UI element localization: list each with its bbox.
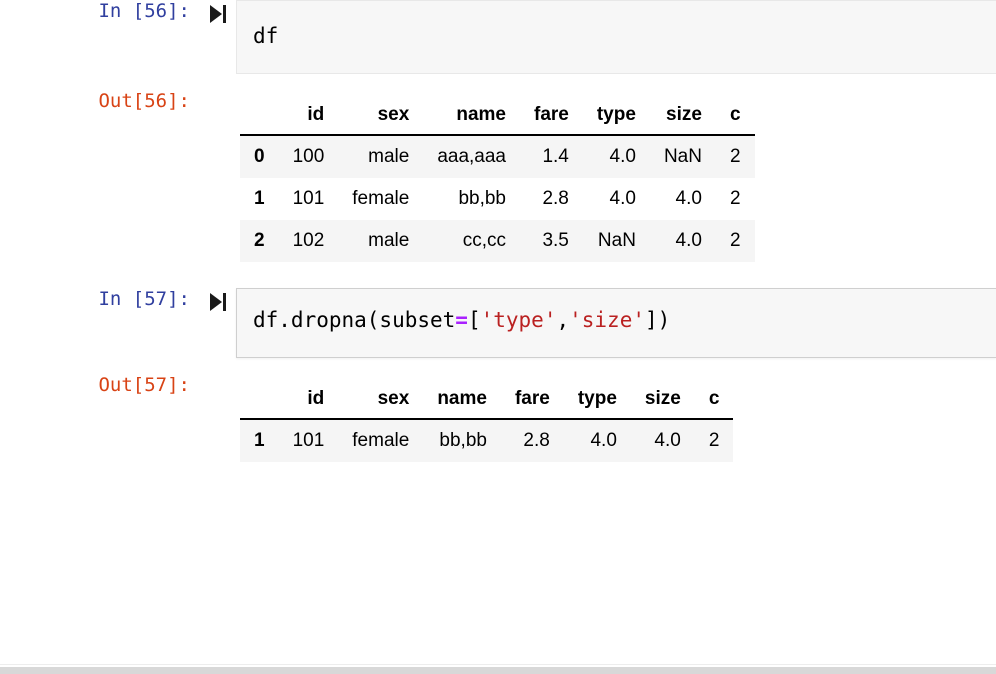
table-header-57: id sex name fare type size c xyxy=(240,378,734,421)
table-header-56: id sex name fare type size c xyxy=(240,94,755,137)
column-header-fare: fare xyxy=(520,94,583,137)
cell-name: bb,bb xyxy=(458,188,506,210)
output-prompt-57: Out[57]: xyxy=(98,374,190,397)
cell-type: 4.0 xyxy=(609,188,636,210)
column-header-name: name xyxy=(423,94,520,137)
column-header-name: name xyxy=(423,378,501,421)
column-header-sex: sex xyxy=(338,94,424,137)
column-header-type: type xyxy=(563,378,631,421)
row-index: 1 xyxy=(254,430,265,452)
output-icon-spacer xyxy=(200,90,236,93)
dataframe-output-57: id sex name fare type size c 1 101 femal… xyxy=(236,374,996,463)
table-row: 0 100 male aaa,aaa 1.4 4.0 NaN 2 xyxy=(240,135,755,179)
table-row: 1 101 female bb,bb 2.8 4.0 4.0 2 xyxy=(240,419,734,463)
column-header-id: id xyxy=(278,94,339,137)
column-header-type: type xyxy=(582,94,650,137)
cell-c: 2 xyxy=(729,146,741,168)
cell-c: 2 xyxy=(729,230,741,252)
output-cell-57: Out[57]: id sex name fare type size c 1 xyxy=(0,374,996,463)
cell-size: NaN xyxy=(663,146,702,168)
bottom-divider xyxy=(0,664,996,665)
cell-id: 101 xyxy=(292,188,325,210)
run-cell-icon[interactable] xyxy=(200,0,236,25)
code-token-string-type: 'type' xyxy=(480,308,557,333)
cell-id: 100 xyxy=(292,146,325,168)
cell-spacer xyxy=(0,262,996,288)
code-text-57: df.dropna(subset=['type','size']) xyxy=(253,307,996,333)
cell-name: bb,bb xyxy=(439,430,487,452)
cell-type: NaN xyxy=(597,230,636,252)
column-header-c: c xyxy=(715,94,755,137)
column-header-size: size xyxy=(649,94,716,137)
table-header-row: id sex name fare type size c xyxy=(240,378,734,421)
input-prompt-56: In [56]: xyxy=(98,0,190,22)
table-body-56: 0 100 male aaa,aaa 1.4 4.0 NaN 2 1 101 f… xyxy=(240,135,755,263)
code-token-comma: , xyxy=(556,308,570,333)
table-body-57: 1 101 female bb,bb 2.8 4.0 4.0 2 xyxy=(240,419,734,463)
cell-name: aaa,aaa xyxy=(437,146,506,168)
index-header xyxy=(240,94,279,137)
column-header-c: c xyxy=(694,378,734,421)
cell-name: cc,cc xyxy=(462,230,506,252)
code-token-operator: = xyxy=(455,308,468,333)
cell-sex: male xyxy=(368,146,410,168)
run-cell-icon[interactable] xyxy=(200,288,236,313)
row-index: 2 xyxy=(254,230,265,252)
code-text-56: df xyxy=(253,24,279,48)
cell-size: 4.0 xyxy=(675,230,702,252)
input-prompt-57: In [57]: xyxy=(98,288,190,311)
code-token-call: df.dropna(subset xyxy=(253,308,456,333)
cell-id: 101 xyxy=(292,430,325,452)
cell-size: 4.0 xyxy=(675,188,702,210)
cell-spacer xyxy=(0,74,996,90)
output-icon-spacer xyxy=(200,374,236,377)
column-header-size: size xyxy=(630,378,695,421)
table-row: 2 102 male cc,cc 3.5 NaN 4.0 2 xyxy=(240,220,755,263)
table-row: 1 101 female bb,bb 2.8 4.0 4.0 2 xyxy=(240,178,755,221)
code-token-bracket-close: ]) xyxy=(644,308,671,333)
code-input-56[interactable]: df xyxy=(236,0,996,75)
cell-spacer xyxy=(0,358,996,374)
cell-fare: 2.8 xyxy=(542,188,569,210)
column-header-id: id xyxy=(278,378,339,421)
column-header-sex: sex xyxy=(338,378,424,421)
cell-c: 2 xyxy=(708,430,720,452)
row-index: 1 xyxy=(254,188,265,210)
cell-fare: 1.4 xyxy=(542,146,569,168)
code-cell-57[interactable]: In [57]: df.dropna(subset=['type','size'… xyxy=(0,288,996,359)
bottom-status-bar xyxy=(0,667,996,674)
column-header-fare: fare xyxy=(500,378,564,421)
cell-fare: 2.8 xyxy=(523,430,550,452)
cell-size: 4.0 xyxy=(654,430,681,452)
code-input-57[interactable]: df.dropna(subset=['type','size']) xyxy=(236,288,996,359)
code-token-string-size: 'size' xyxy=(569,308,645,333)
code-token-bracket-open: [ xyxy=(467,308,481,333)
dataframe-table-56: id sex name fare type size c 0 100 male … xyxy=(240,94,755,263)
table-header-row: id sex name fare type size c xyxy=(240,94,755,137)
cell-sex: female xyxy=(352,188,410,210)
dataframe-table-57: id sex name fare type size c 1 101 femal… xyxy=(240,378,734,463)
cell-c: 2 xyxy=(729,188,741,210)
cell-type: 4.0 xyxy=(590,430,617,452)
output-cell-56: Out[56]: id sex name fare type size c 0 xyxy=(0,90,996,263)
row-index: 0 xyxy=(254,146,265,168)
cell-type: 4.0 xyxy=(609,146,636,168)
code-cell-56[interactable]: In [56]: df xyxy=(0,0,996,75)
output-prompt-56: Out[56]: xyxy=(98,90,190,113)
cell-fare: 3.5 xyxy=(542,230,569,252)
dataframe-output-56: id sex name fare type size c 0 100 male … xyxy=(236,90,996,263)
index-header xyxy=(240,378,279,421)
cell-sex: male xyxy=(368,230,410,252)
cell-id: 102 xyxy=(292,230,325,252)
cell-sex: female xyxy=(352,430,410,452)
